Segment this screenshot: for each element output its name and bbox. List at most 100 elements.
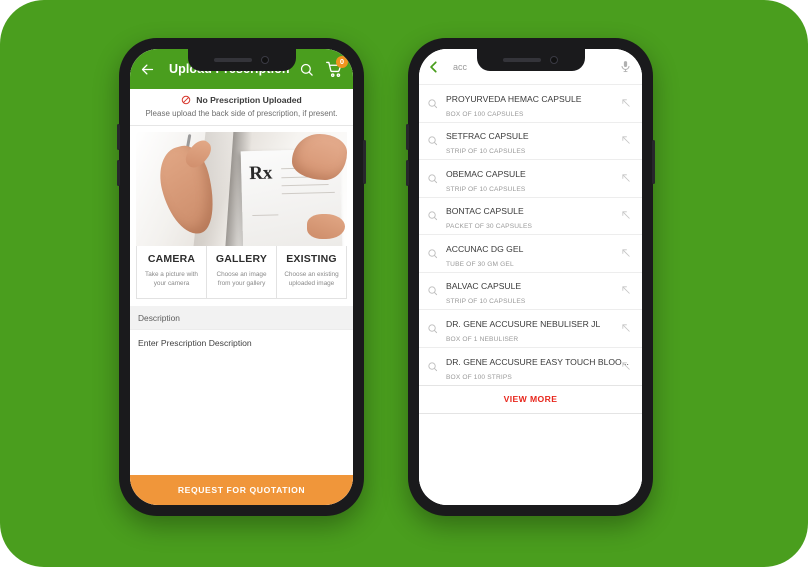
result-name: BONTAC CAPSULE [446, 206, 524, 217]
notice-title: No Prescription Uploaded [196, 95, 302, 105]
search-icon [427, 323, 438, 334]
list-item-text: DR. GENE ACCUSURE NEBULISER JL BOX OF 1 … [446, 314, 621, 343]
notice-subtitle: Please upload the back side of prescript… [145, 109, 338, 118]
list-item[interactable]: PROYURVEDA HEMAC CAPSULE BOX OF 100 CAPS… [419, 85, 642, 123]
result-name: DR. GENE ACCUSURE NEBULISER JL [446, 318, 601, 329]
result-pack: BOX OF 100 STRIPS [446, 373, 512, 381]
source-gallery-subtitle: Choose an image from your gallery [216, 271, 267, 288]
phone-notch [476, 49, 585, 71]
speaker-grille-icon [503, 58, 541, 62]
search-icon [427, 248, 438, 259]
search-icon [427, 361, 438, 372]
volume-down-button[interactable] [117, 160, 120, 186]
search-icon [427, 173, 438, 184]
phone-notch [187, 49, 296, 71]
result-pack: BOX OF 1 NEBULISER [446, 335, 519, 343]
description-input[interactable]: Enter Prescription Description [130, 328, 353, 475]
source-option-gallery[interactable]: GALLERY Choose an image from your galler… [206, 246, 276, 298]
description-label: Description [130, 305, 353, 329]
search-icon [427, 135, 438, 146]
result-pack: STRIP OF 10 CAPSULES [446, 185, 526, 193]
list-item-text: PROYURVEDA HEMAC CAPSULE BOX OF 100 CAPS… [446, 89, 621, 118]
front-camera-icon [261, 56, 269, 64]
result-pack: STRIP OF 10 CAPSULES [446, 148, 526, 156]
no-prescription-notice: No Prescription Uploaded Please upload t… [130, 89, 353, 126]
fill-query-arrow-icon[interactable] [621, 210, 632, 221]
result-pack: BOX OF 100 CAPSULES [446, 110, 524, 118]
list-item-text: OBEMAC CAPSULE STRIP OF 10 CAPSULES [446, 164, 621, 193]
photo-right-hand-lower [306, 214, 345, 240]
result-name: SETFRAC CAPSULE [446, 131, 529, 142]
list-item-text: BONTAC CAPSULE PACKET OF 30 CAPSULES [446, 201, 621, 230]
list-item[interactable]: BALVAC CAPSULE STRIP OF 10 CAPSULES [419, 273, 642, 310]
fill-query-arrow-icon[interactable] [621, 173, 632, 184]
phone-right-screen: acc PROYURVEDA HEMAC CAPSULE BOX OF 100 … [419, 49, 642, 505]
source-option-existing[interactable]: EXISTING Choose an existing uploaded ima… [276, 246, 346, 298]
page-root: Upload Prescription 0 [0, 0, 808, 567]
front-camera-icon [550, 56, 558, 64]
phone-right: acc PROYURVEDA HEMAC CAPSULE BOX OF 100 … [406, 38, 655, 516]
pad-line [280, 192, 335, 195]
photo-right-hand [292, 134, 347, 180]
source-camera-title: CAMERA [147, 253, 196, 265]
notice-title-row: No Prescription Uploaded [136, 95, 347, 105]
result-name: OBEMAC CAPSULE [446, 168, 526, 179]
chevron-left-icon[interactable] [427, 60, 441, 74]
request-for-quotation-button[interactable]: REQUEST FOR QUOTATION [130, 475, 353, 505]
source-option-camera[interactable]: CAMERA Take a picture with your camera [137, 246, 206, 298]
result-name: DR. GENE ACCUSURE EASY TOUCH BLOO... [446, 356, 629, 367]
source-gallery-title: GALLERY [215, 253, 268, 265]
pad-line [251, 214, 278, 216]
fill-query-arrow-icon[interactable] [621, 248, 632, 259]
power-button[interactable] [652, 140, 655, 184]
list-item-text: DR. GENE ACCUSURE EASY TOUCH BLOO... BOX… [446, 352, 629, 381]
volume-up-button[interactable] [406, 124, 409, 150]
fill-query-arrow-icon[interactable] [621, 323, 632, 334]
search-icon[interactable] [299, 62, 314, 77]
list-item[interactable]: DR. GENE ACCUSURE NEBULISER JL BOX OF 1 … [419, 310, 642, 348]
fill-query-arrow-icon[interactable] [621, 135, 632, 146]
rx-symbol: Rx [248, 163, 273, 185]
volume-up-button[interactable] [117, 124, 120, 150]
phone-left: Upload Prescription 0 [117, 38, 366, 516]
list-item-text: SETFRAC CAPSULE STRIP OF 10 CAPSULES [446, 126, 621, 155]
cart-badge: 0 [336, 55, 348, 68]
cart-icon[interactable]: 0 [326, 55, 348, 78]
empty-area [419, 414, 642, 505]
image-source-options: CAMERA Take a picture with your camera G… [136, 246, 347, 299]
source-existing-title: EXISTING [286, 253, 337, 265]
list-item-text: BALVAC CAPSULE STRIP OF 10 CAPSULES [446, 276, 621, 305]
fill-query-arrow-icon[interactable] [621, 361, 632, 372]
volume-down-button[interactable] [406, 160, 409, 186]
search-results-list: PROYURVEDA HEMAC CAPSULE BOX OF 100 CAPS… [419, 85, 642, 386]
source-camera-subtitle: Take a picture with your camera [145, 271, 198, 288]
source-existing-subtitle: Choose an existing uploaded image [284, 271, 339, 288]
prescription-photo[interactable]: Rx [136, 132, 347, 246]
result-pack: TUBE OF 30 GM GEL [446, 260, 514, 268]
list-item[interactable]: OBEMAC CAPSULE STRIP OF 10 CAPSULES [419, 160, 642, 198]
result-name: ACCUNAC DG GEL [446, 243, 524, 254]
result-pack: STRIP OF 10 CAPSULES [446, 298, 526, 306]
search-icon [427, 98, 438, 109]
result-name: PROYURVEDA HEMAC CAPSULE [446, 93, 582, 104]
fill-query-arrow-icon[interactable] [621, 98, 632, 109]
microphone-icon[interactable] [619, 60, 632, 73]
arrow-left-icon[interactable] [140, 62, 155, 77]
upload-prescription-screen: Upload Prescription 0 [130, 49, 353, 505]
phone-left-screen: Upload Prescription 0 [130, 49, 353, 505]
fill-query-arrow-icon[interactable] [621, 285, 632, 296]
list-item-text: ACCUNAC DG GEL TUBE OF 30 GM GEL [446, 239, 621, 268]
search-icon [427, 285, 438, 296]
list-item[interactable]: SETFRAC CAPSULE STRIP OF 10 CAPSULES [419, 123, 642, 160]
result-name: BALVAC CAPSULE [446, 281, 522, 292]
list-item[interactable]: BONTAC CAPSULE PACKET OF 30 CAPSULES [419, 198, 642, 235]
result-pack: PACKET OF 30 CAPSULES [446, 223, 533, 231]
list-item[interactable]: ACCUNAC DG GEL TUBE OF 30 GM GEL [419, 235, 642, 273]
power-button[interactable] [363, 140, 366, 184]
no-entry-icon [181, 95, 191, 105]
view-more-button[interactable]: VIEW MORE [419, 386, 642, 414]
search-icon [427, 210, 438, 221]
search-suggestions-screen: acc PROYURVEDA HEMAC CAPSULE BOX OF 100 … [419, 49, 642, 505]
pad-line [280, 184, 329, 187]
list-item[interactable]: DR. GENE ACCUSURE EASY TOUCH BLOO... BOX… [419, 348, 642, 386]
